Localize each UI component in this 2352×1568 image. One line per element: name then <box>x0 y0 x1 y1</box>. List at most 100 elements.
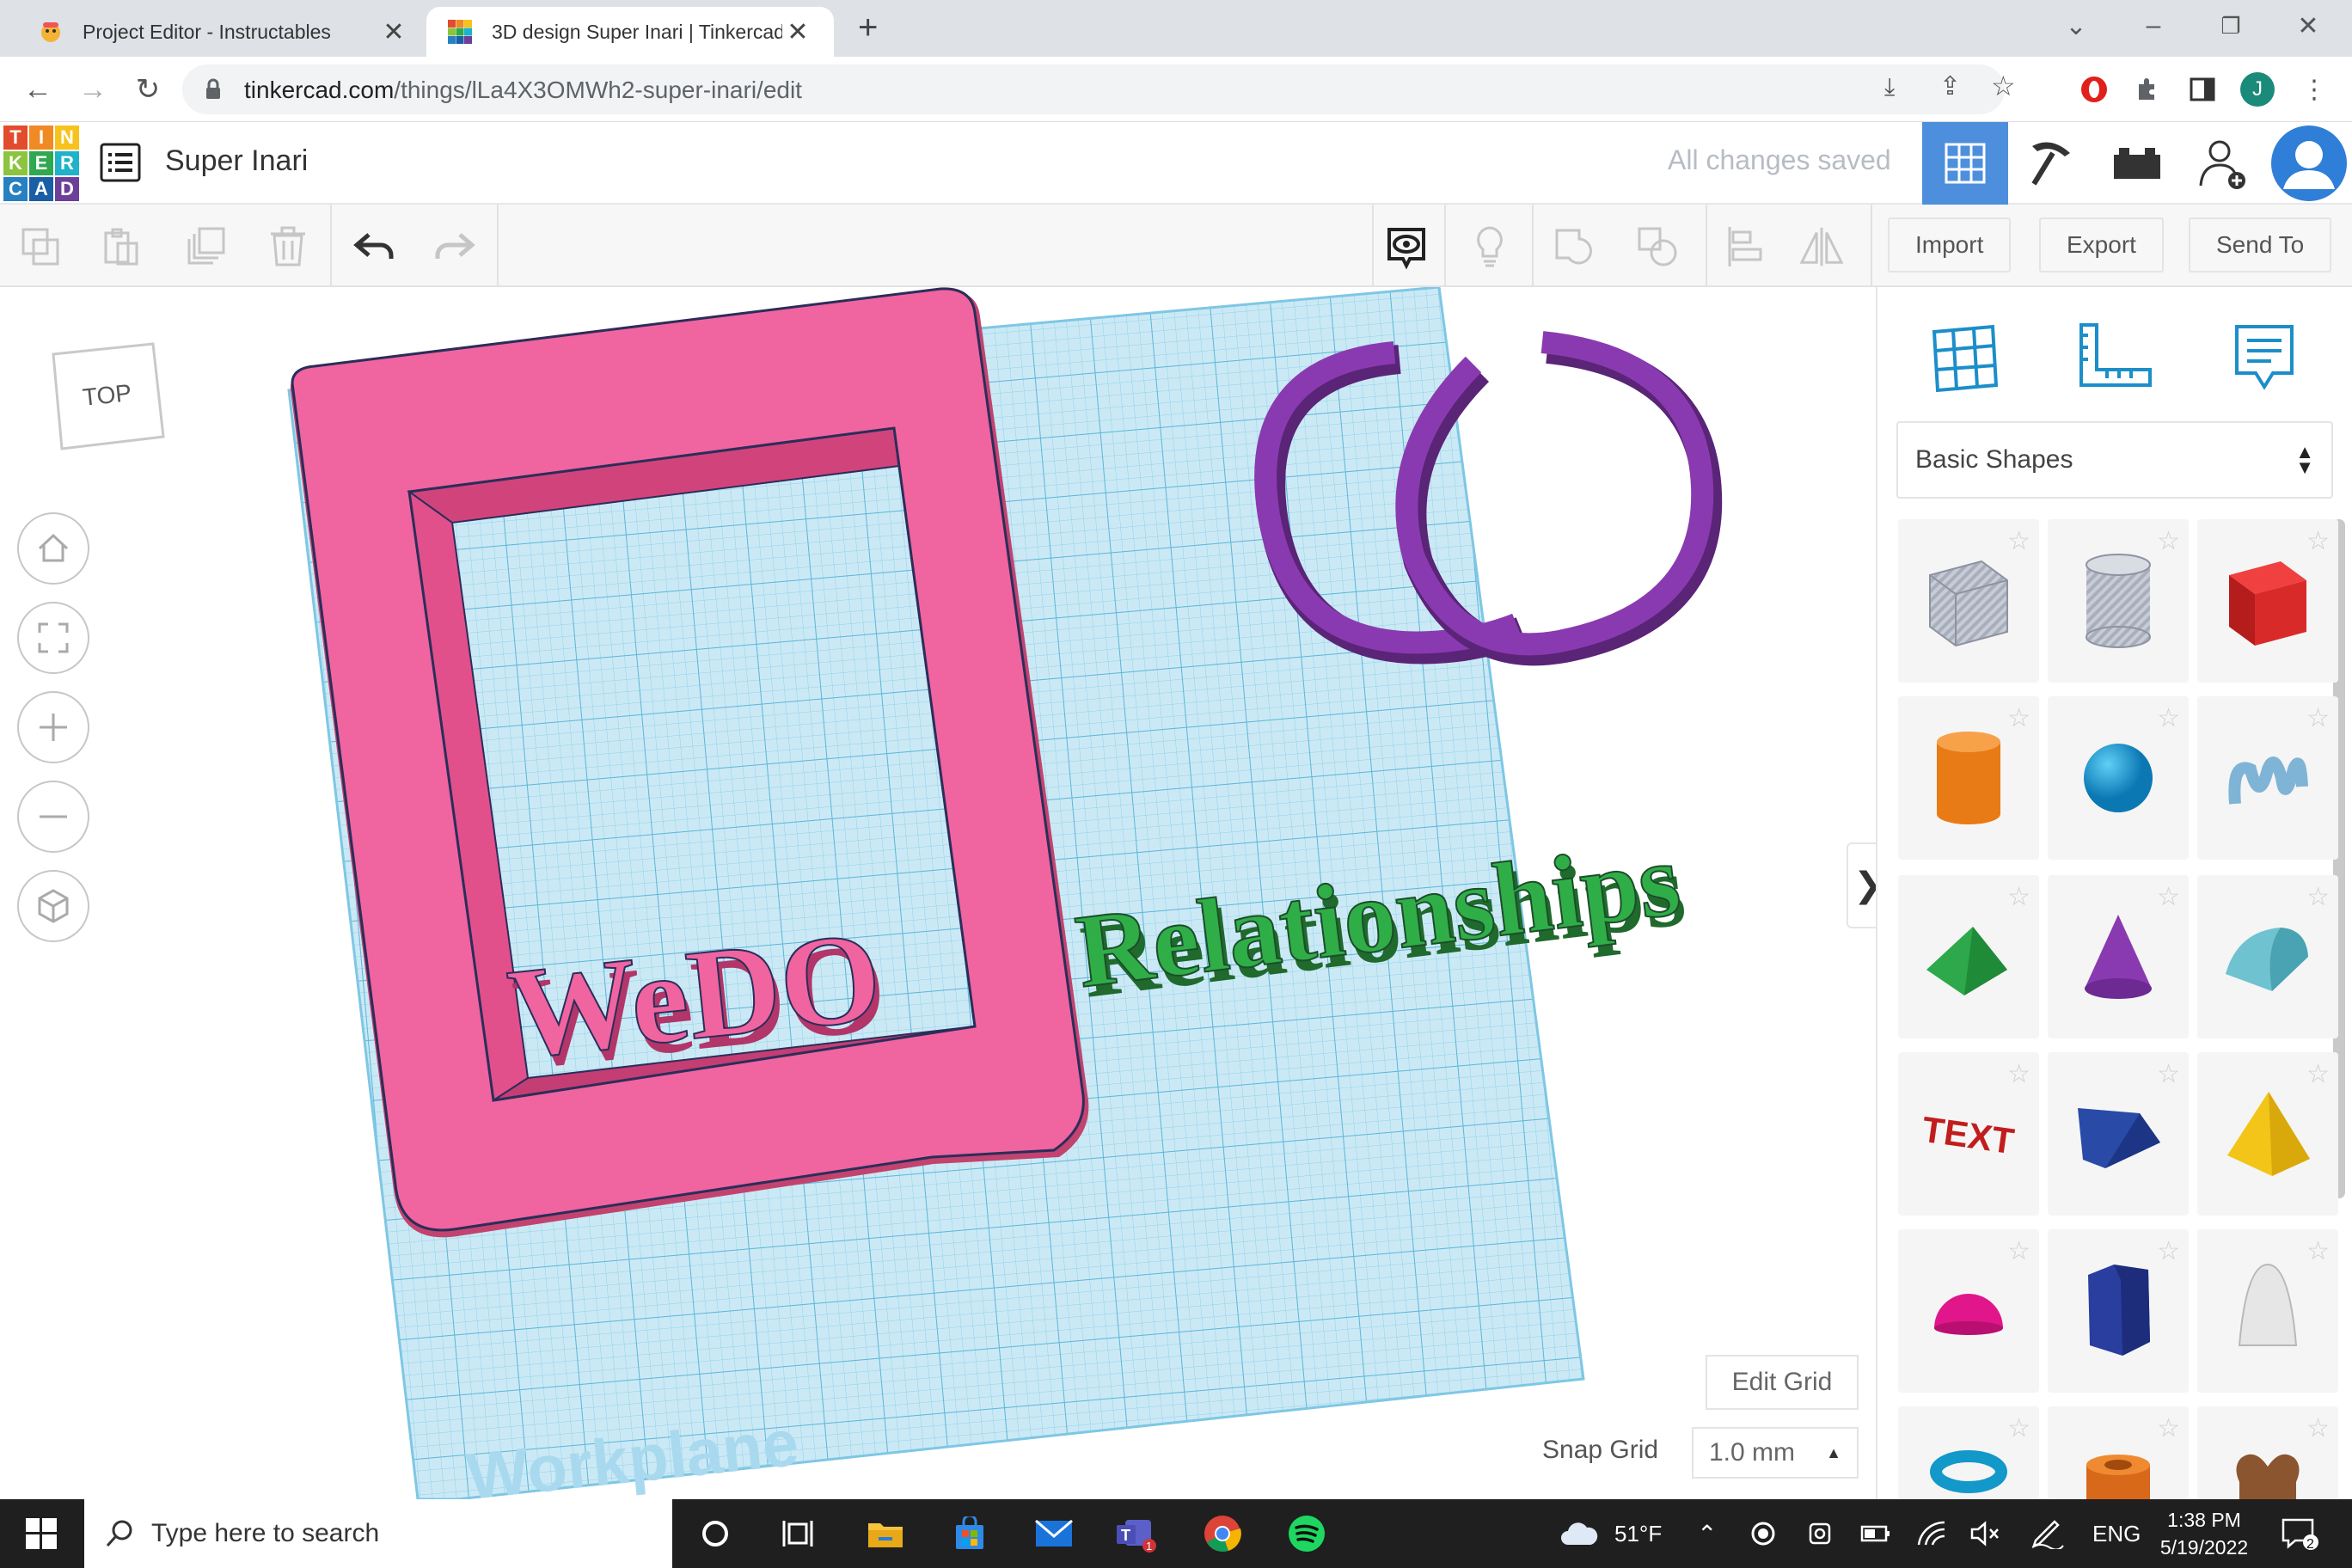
zoom-out-button[interactable] <box>17 781 89 853</box>
design-title[interactable]: Super Inari <box>165 144 308 178</box>
undo-icon[interactable] <box>351 224 397 270</box>
clock[interactable]: 1:38 PM 5/19/2022 <box>2153 1499 2256 1568</box>
pink-frame-shape[interactable] <box>290 287 1089 1238</box>
tab-search-chevron-icon[interactable]: ⌄ <box>2037 0 2115 52</box>
share-icon[interactable]: ⇪ <box>1939 71 1961 101</box>
favorite-star-icon[interactable]: ☆ <box>2157 1059 2180 1089</box>
back-arrow-icon[interactable]: ← <box>17 69 58 110</box>
weather-widget[interactable]: 51°F <box>1559 1499 1662 1568</box>
favorite-star-icon[interactable]: ☆ <box>2306 526 2330 556</box>
shape-round-roof[interactable]: ☆ <box>2197 875 2338 1038</box>
favorite-star-icon[interactable]: ☆ <box>2157 1413 2180 1443</box>
shape-cone[interactable]: ☆ <box>2048 875 2189 1038</box>
cortana-circle-icon[interactable] <box>693 1511 738 1556</box>
forward-arrow-icon[interactable]: → <box>72 69 113 110</box>
edit-grid-button[interactable]: Edit Grid <box>1706 1355 1859 1410</box>
lego-bricks-button[interactable] <box>2094 122 2180 205</box>
shape-polygon[interactable]: ☆ <box>2048 1229 2189 1393</box>
favorite-star-icon[interactable]: ☆ <box>2157 703 2180 733</box>
shape-cylinder-hole[interactable]: ☆ <box>2048 519 2189 683</box>
extensions-puzzle-icon[interactable] <box>2127 69 2168 110</box>
copy-icon[interactable] <box>17 224 64 270</box>
mirror-flip-icon[interactable] <box>1798 224 1845 270</box>
paste-icon[interactable] <box>98 224 144 270</box>
battery-icon[interactable] <box>1860 1499 1891 1568</box>
shape-sphere[interactable]: ☆ <box>2048 696 2189 860</box>
notes-lightbulb-icon[interactable] <box>1467 224 1513 270</box>
view-cube[interactable]: TOP <box>50 340 165 450</box>
address-bar[interactable]: tinkercad.com/things/lLa4X3OMWh2-super-i… <box>182 64 2016 114</box>
shape-torus[interactable]: ☆ <box>1898 1406 2039 1499</box>
opera-extension-icon[interactable] <box>2073 69 2115 110</box>
favorite-star-icon[interactable]: ☆ <box>2306 882 2330 912</box>
shape-half-sphere[interactable]: ☆ <box>1898 1229 2039 1393</box>
pen-workspace-icon[interactable] <box>2030 1499 2065 1568</box>
notes-tool-button[interactable] <box>2221 315 2307 401</box>
tab-tinkercad[interactable]: 3D design Super Inari | Tinkercad ✕ <box>426 7 834 57</box>
close-tab-icon[interactable]: ✕ <box>378 17 409 47</box>
close-tab-icon[interactable]: ✕ <box>782 17 813 47</box>
redo-icon[interactable] <box>432 224 478 270</box>
restore-icon[interactable]: ❐ <box>2192 0 2269 52</box>
spotify-icon[interactable] <box>1284 1511 1329 1556</box>
favorite-star-icon[interactable]: ☆ <box>2007 1413 2030 1443</box>
volume-muted-icon[interactable] <box>1970 1499 2001 1568</box>
duplicate-icon[interactable] <box>182 224 229 270</box>
workplane-canvas[interactable]: Workplane WeDO WeDO Relationships Relati… <box>0 287 1876 1499</box>
delete-trash-icon[interactable] <box>265 224 311 270</box>
record-tray-icon[interactable] <box>1750 1499 1776 1568</box>
favorite-star-icon[interactable]: ☆ <box>2007 1236 2030 1266</box>
favorite-star-icon[interactable]: ☆ <box>2157 526 2180 556</box>
favorite-star-icon[interactable]: ☆ <box>2157 882 2180 912</box>
file-explorer-icon[interactable] <box>863 1511 908 1556</box>
favorite-star-icon[interactable]: ☆ <box>2306 1059 2330 1089</box>
task-view-icon[interactable] <box>775 1511 820 1556</box>
mail-icon[interactable] <box>1032 1511 1076 1556</box>
design-list-icon[interactable] <box>100 143 141 182</box>
shape-pyramid[interactable]: ☆ <box>2197 1052 2338 1216</box>
wifi-icon[interactable] <box>1917 1499 1946 1568</box>
chrome-taskbar-icon[interactable] <box>1200 1511 1245 1556</box>
shape-roof[interactable]: ☆ <box>1898 875 2039 1038</box>
notification-center-icon[interactable]: 2 <box>2280 1499 2319 1568</box>
taskbar-search-box[interactable]: Type here to search <box>84 1499 672 1568</box>
install-app-icon[interactable]: ⤓ <box>1884 73 1895 101</box>
snap-grid-select[interactable]: 1.0 mm ▲ <box>1692 1427 1859 1479</box>
home-view-button[interactable] <box>17 512 89 585</box>
import-button[interactable]: Import <box>1888 217 2012 273</box>
shape-box[interactable]: ☆ <box>2197 519 2338 683</box>
new-tab-plus-icon[interactable]: + <box>858 9 878 47</box>
language-indicator[interactable]: ENG <box>2092 1499 2141 1568</box>
tab-instructables[interactable]: Project Editor - Instructables ✕ <box>17 7 430 57</box>
teams-icon[interactable]: T1 <box>1114 1511 1159 1556</box>
send-to-button[interactable]: Send To <box>2189 217 2332 273</box>
favorite-star-icon[interactable]: ☆ <box>2306 703 2330 733</box>
meet-now-tray-icon[interactable] <box>1807 1499 1833 1568</box>
export-button[interactable]: Export <box>2039 217 2164 273</box>
shape-scribble[interactable]: ☆ <box>2197 696 2338 860</box>
workplane-tool-button[interactable] <box>1922 315 2008 401</box>
favorite-star-icon[interactable]: ☆ <box>2007 882 2030 912</box>
3d-design-view-button[interactable] <box>1922 122 2008 205</box>
shape-cylinder[interactable]: ☆ <box>1898 696 2039 860</box>
favorite-star-icon[interactable]: ☆ <box>2306 1413 2330 1443</box>
show-hidden-icons-chevron-icon[interactable]: ⌃ <box>1697 1499 1717 1568</box>
profile-avatar[interactable]: J <box>2237 69 2278 110</box>
perspective-toggle-button[interactable] <box>17 870 89 942</box>
favorite-star-icon[interactable]: ☆ <box>2007 526 2030 556</box>
bookmark-star-icon[interactable]: ☆ <box>1991 70 2016 102</box>
favorite-star-icon[interactable]: ☆ <box>2157 1236 2180 1266</box>
favorite-star-icon[interactable]: ☆ <box>2007 1059 2030 1089</box>
align-icon[interactable] <box>1721 224 1767 270</box>
window-close-icon[interactable]: ✕ <box>2269 0 2347 52</box>
shape-tube[interactable]: ☆ <box>2048 1406 2189 1499</box>
tinkercad-logo[interactable]: T I N K E R C A D <box>3 126 79 201</box>
favorite-star-icon[interactable]: ☆ <box>2306 1236 2330 1266</box>
fit-view-button[interactable] <box>17 602 89 674</box>
invite-user-button[interactable] <box>2180 122 2266 205</box>
microsoft-store-icon[interactable] <box>947 1511 992 1556</box>
windows-start-icon[interactable] <box>19 1511 64 1556</box>
minecraft-pickaxe-button[interactable] <box>2008 122 2094 205</box>
shape-box-hole[interactable]: ☆ <box>1898 519 2039 683</box>
shape-heart[interactable]: ☆ <box>2197 1406 2338 1499</box>
